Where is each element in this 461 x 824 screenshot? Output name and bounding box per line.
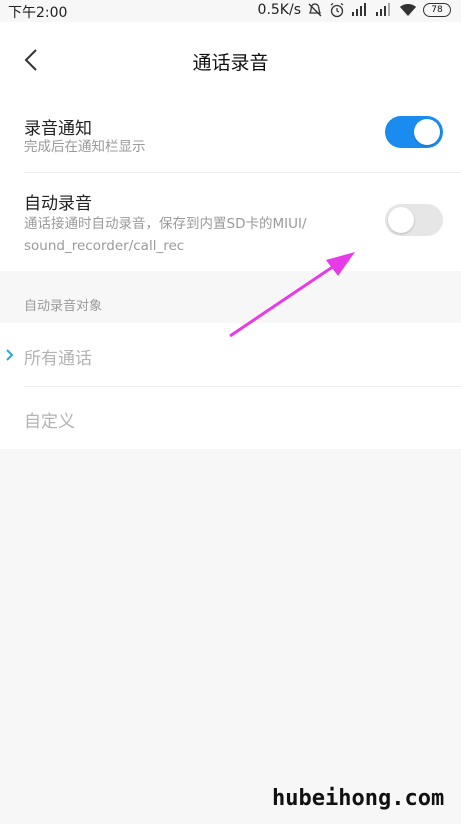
- chevron-right-icon: [6, 349, 14, 361]
- option-custom[interactable]: 自定义: [0, 387, 461, 449]
- toggle-knob: [414, 119, 440, 145]
- network-speed: 0.5K/s: [257, 2, 301, 18]
- status-icons: 0.5K/s 78: [258, 2, 451, 18]
- status-bar: 下午2:00 0.5K/s 78: [0, 0, 461, 22]
- record-notify-row[interactable]: 录音通知 完成后在通知栏显示: [0, 98, 461, 172]
- target-options-card: 所有通话 自定义: [0, 323, 461, 449]
- option-all-calls[interactable]: 所有通话: [0, 323, 461, 386]
- watermark-text: hubeihong.com: [272, 786, 445, 811]
- signal-icon: [376, 3, 390, 16]
- record-notify-subtitle: 完成后在通知栏显示: [24, 139, 146, 155]
- auto-record-row[interactable]: 自动录音 通话接通时自动录音，保存到内置SD卡的MIUI/ sound_reco…: [0, 173, 461, 271]
- page-title: 通话录音: [192, 52, 269, 74]
- record-notify-toggle[interactable]: [385, 116, 443, 148]
- auto-record-title: 自动录音: [24, 194, 92, 214]
- option-label: 所有通话: [24, 349, 92, 369]
- battery-icon: 78: [423, 3, 451, 17]
- auto-record-subtitle-line2: sound_recorder/call_rec: [24, 238, 185, 254]
- hd-signal-icon: [352, 3, 366, 16]
- status-time: 下午2:00: [8, 5, 68, 21]
- mute-icon: [308, 3, 322, 17]
- auto-record-subtitle-line1: 通话接通时自动录音，保存到内置SD卡的MIUI/: [24, 216, 307, 232]
- auto-record-toggle[interactable]: [385, 204, 443, 236]
- settings-card: 录音通知 完成后在通知栏显示 自动录音 通话接通时自动录音，保存到内置SD卡的M…: [0, 98, 461, 271]
- alarm-icon: [330, 3, 344, 18]
- section-label: 自动录音对象: [24, 299, 103, 314]
- wifi-icon: [400, 4, 416, 16]
- toggle-knob: [388, 207, 414, 233]
- page-header: 通话录音: [0, 22, 461, 98]
- option-label: 自定义: [24, 412, 75, 432]
